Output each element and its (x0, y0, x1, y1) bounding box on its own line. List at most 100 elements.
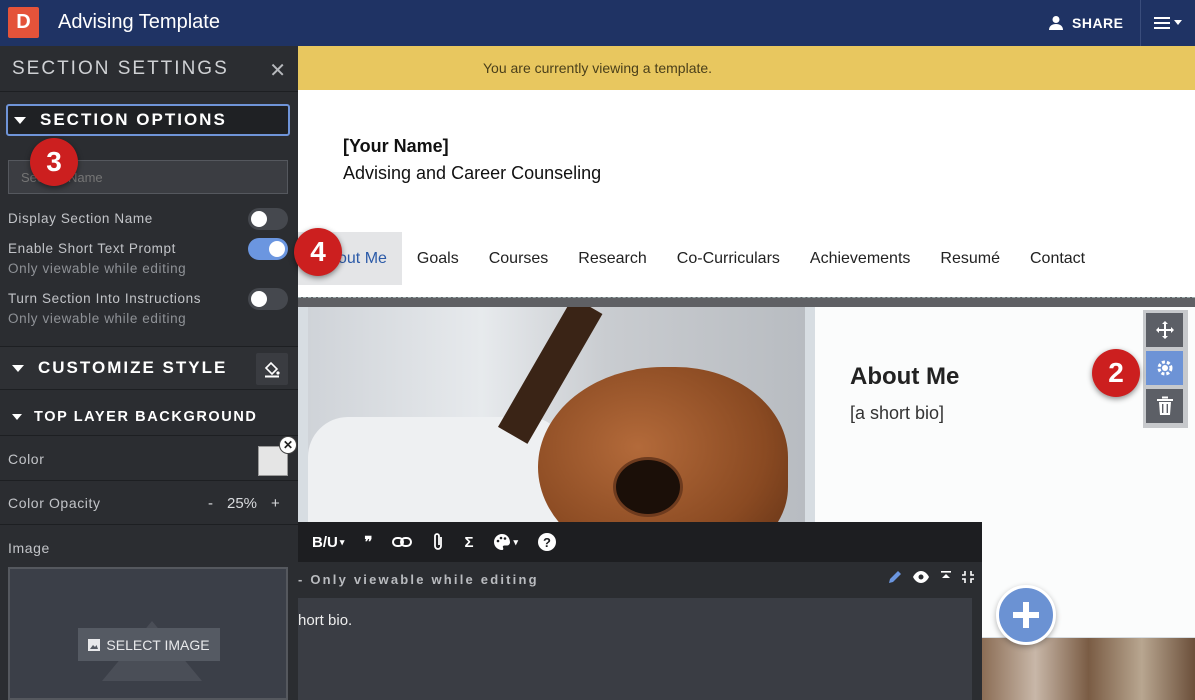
select-image-button[interactable]: SELECT IMAGE (78, 628, 220, 661)
color-label: Color (8, 451, 45, 467)
bookshelf-background (982, 638, 1195, 700)
option-short-text-prompt: Enable Short Text Prompt Only viewable w… (8, 238, 290, 276)
close-icon[interactable]: ✕ (269, 58, 288, 83)
customize-style-header[interactable]: CUSTOMIZE STYLE (0, 346, 298, 390)
attach-button[interactable] (422, 522, 454, 562)
editor-header-text: - Only viewable while editing (298, 571, 539, 587)
editor-header: - Only viewable while editing (298, 562, 982, 596)
palette-icon (494, 534, 511, 550)
settings-button[interactable] (1146, 351, 1183, 385)
editor-header-icons (888, 570, 974, 584)
banner-text: You are currently viewing a template. (483, 60, 713, 76)
top-layer-bg-label: TOP LAYER BACKGROUND (34, 408, 258, 425)
nav-item-resume[interactable]: Resumé (925, 232, 1015, 285)
add-section-button[interactable] (996, 585, 1056, 645)
trash-icon (1156, 396, 1173, 415)
opacity-control: - 25% + (208, 495, 280, 512)
site-nav: out Me Goals Courses Research Co-Curricu… (298, 232, 1100, 285)
option-sublabel: Only viewable while editing (8, 261, 187, 276)
nav-item-research[interactable]: Research (563, 232, 661, 285)
section-divider (298, 297, 1195, 307)
quote-button[interactable]: ❞ (354, 522, 382, 562)
display-section-name-toggle[interactable] (248, 208, 288, 230)
paperclip-icon (434, 533, 443, 550)
link-button[interactable] (382, 522, 422, 562)
about-title: About Me (850, 363, 960, 390)
top-bar: D Advising Template SHARE (0, 0, 1195, 46)
bold-underline-button[interactable]: B/U ▾ (302, 522, 354, 562)
eye-icon[interactable] (912, 570, 930, 584)
editor-text-area[interactable]: hort bio. (298, 598, 972, 700)
about-bio: [a short bio] (850, 403, 945, 423)
customize-style-label: CUSTOMIZE STYLE (38, 358, 228, 377)
guitar-soundhole-shape (613, 457, 683, 517)
panel-title: SECTION SETTINGS (12, 57, 229, 79)
site-subtitle: Advising and Career Counseling (343, 163, 602, 183)
clear-color-icon[interactable]: ✕ (279, 436, 297, 454)
move-icon (1155, 321, 1174, 339)
color-row: Color (0, 438, 298, 481)
delete-button[interactable] (1146, 389, 1183, 423)
site-name: [Your Name] (343, 136, 449, 156)
image-row: Image (0, 526, 298, 569)
compress-icon[interactable] (962, 570, 974, 584)
instructions-toggle[interactable] (248, 288, 288, 310)
chevron-down-icon: ▾ (339, 536, 345, 547)
short-text-prompt-toggle[interactable] (248, 238, 288, 260)
pencil-icon[interactable] (888, 570, 902, 584)
share-label: SHARE (1072, 15, 1124, 31)
template-banner: You are currently viewing a template. (298, 46, 1195, 90)
help-button[interactable]: ? (528, 522, 566, 562)
menu-button[interactable] (1140, 0, 1195, 46)
panel-header: SECTION SETTINGS ✕ (0, 46, 298, 92)
editor-body-text: hort bio. (298, 612, 353, 629)
paint-bucket-icon (264, 361, 280, 378)
section-options-label: SECTION OPTIONS (40, 110, 227, 129)
plus-icon (1013, 602, 1039, 628)
paint-bucket-button[interactable] (256, 353, 288, 385)
nav-item-courses[interactable]: Courses (474, 232, 564, 285)
option-instructions: Turn Section Into Instructions Only view… (8, 288, 290, 326)
opacity-label: Color Opacity (8, 495, 101, 511)
editor-toolbar: B/U ▾ ❞ Σ ▾ ? (298, 522, 982, 562)
image-icon (88, 638, 101, 651)
caret-down-icon (14, 116, 26, 124)
top-layer-background-header[interactable]: TOP LAYER BACKGROUND (0, 398, 298, 436)
app-title: Advising Template (58, 11, 220, 33)
option-sublabel: Only viewable while editing (8, 311, 187, 326)
nav-item-contact[interactable]: Contact (1015, 232, 1100, 285)
select-image-label: SELECT IMAGE (106, 636, 210, 653)
section-tools (1143, 310, 1188, 428)
chevron-down-icon (1174, 20, 1182, 25)
help-icon: ? (538, 533, 556, 551)
nav-item-co-curriculars[interactable]: Co-Curriculars (662, 232, 795, 285)
annotation-badge-3: 3 (30, 138, 78, 186)
move-button[interactable] (1146, 313, 1183, 347)
caret-down-icon (12, 364, 24, 372)
color-palette-button[interactable]: ▾ (483, 522, 528, 562)
nav-item-achievements[interactable]: Achievements (795, 232, 926, 285)
opacity-increase-button[interactable]: + (271, 495, 280, 512)
gear-icon (1157, 360, 1172, 376)
equation-button[interactable]: Σ (454, 522, 483, 562)
section-options-toggle[interactable]: SECTION OPTIONS (6, 104, 290, 136)
nav-item-goals[interactable]: Goals (402, 232, 474, 285)
quote-icon: ❞ (364, 534, 373, 551)
editor-body: hort bio. (298, 596, 982, 700)
annotation-badge-4: 4 (294, 228, 342, 276)
chevron-down-icon: ▾ (513, 536, 518, 547)
share-button[interactable]: SHARE (1048, 12, 1124, 34)
opacity-value: 25% (227, 495, 258, 512)
option-display-section-name: Display Section Name (8, 208, 290, 230)
caret-down-icon (12, 413, 22, 420)
image-dropzone[interactable]: SELECT IMAGE (8, 567, 288, 700)
collapse-up-icon[interactable] (940, 570, 952, 584)
annotation-badge-2: 2 (1092, 349, 1140, 397)
bold-underline-label: B/U (312, 533, 338, 551)
hamburger-icon (1154, 17, 1170, 29)
person-icon (1049, 16, 1063, 30)
link-icon (392, 537, 413, 547)
app-logo[interactable]: D (8, 7, 39, 38)
sigma-icon: Σ (464, 533, 474, 551)
opacity-decrease-button[interactable]: - (208, 495, 213, 512)
